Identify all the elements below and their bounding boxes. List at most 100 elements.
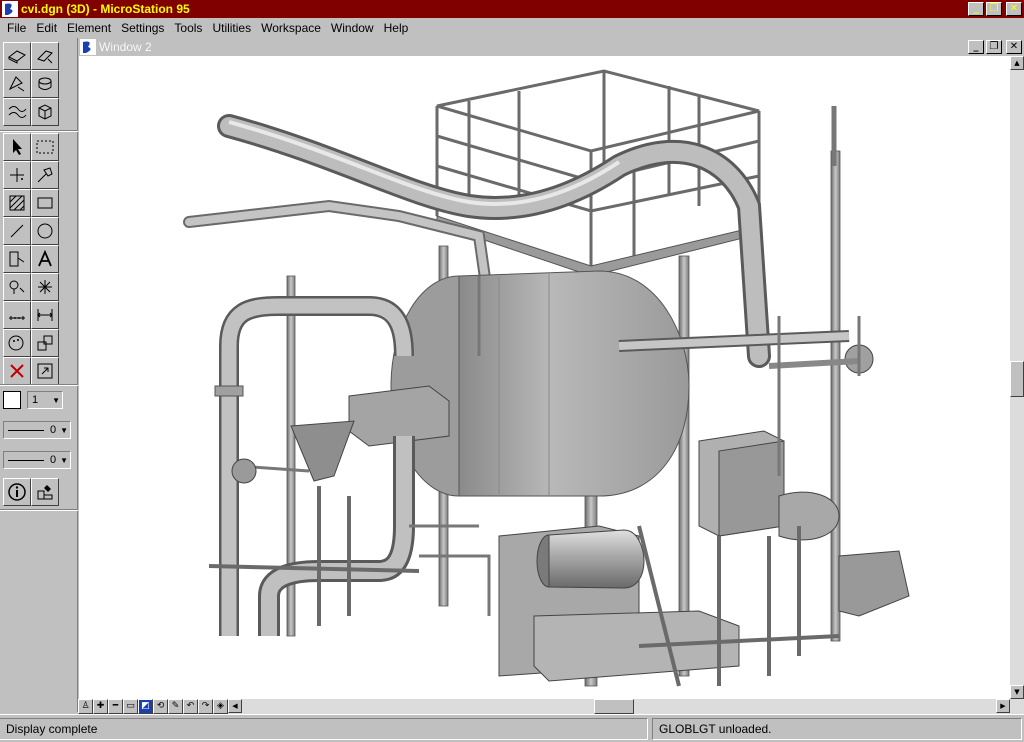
tool-pattern[interactable]	[3, 189, 31, 217]
zoom-out-button[interactable]: ━	[108, 699, 123, 714]
level-select[interactable]: 1 ▼	[27, 391, 63, 409]
line-weight-row: 0 ▼	[3, 451, 71, 469]
line-icon	[10, 224, 24, 238]
menu-settings[interactable]: Settings	[116, 21, 169, 35]
active-color-swatch[interactable]	[3, 391, 21, 409]
control-cabinet-side	[718, 440, 785, 537]
boiler-drum	[458, 270, 690, 497]
revolve-icon	[38, 77, 52, 90]
dropdown-arrow-icon: ▼	[52, 395, 60, 405]
tool-locks[interactable]	[3, 273, 31, 301]
close-button[interactable]: ✕	[1006, 2, 1022, 16]
scroll-right-button[interactable]: ▶	[996, 699, 1010, 713]
tool-view-control[interactable]	[31, 357, 59, 385]
restore-button[interactable]: ❐	[986, 2, 1002, 16]
tool-select[interactable]	[3, 133, 31, 161]
menu-workspace[interactable]: Workspace	[256, 21, 326, 35]
view-minimize-button[interactable]: _	[968, 40, 984, 54]
zoom-in-button[interactable]: ✚	[93, 699, 108, 714]
info-icon	[8, 483, 26, 501]
scroll-down-button[interactable]: ▼	[1010, 685, 1024, 699]
tool-cell[interactable]	[3, 245, 31, 273]
drawing-canvas[interactable]	[79, 56, 1010, 699]
vertical-scroll-thumb[interactable]	[1010, 361, 1024, 397]
pan-view-button[interactable]: ✎	[168, 699, 183, 714]
menu-file[interactable]: File	[2, 21, 31, 35]
tool-circle[interactable]	[31, 217, 59, 245]
line-style-row: 0 ▼	[3, 421, 71, 439]
view-restore-button[interactable]: ❐	[986, 40, 1002, 54]
scroll-up-button[interactable]: ▲	[1010, 56, 1024, 70]
tool-3d-slab[interactable]	[3, 42, 31, 70]
view-control-bar: ♙ ✚ ━ ▭ ◩ ⟲ ✎ ↶ ↷ ◈ ◀ ▶	[78, 699, 1024, 714]
view-control-icon	[37, 363, 53, 379]
menu-window[interactable]: Window	[326, 21, 379, 35]
tool-3d-surface[interactable]	[3, 98, 31, 126]
right-small-pipe	[768, 358, 860, 369]
minimize-button[interactable]: _	[968, 2, 984, 16]
palette-separator	[0, 384, 78, 386]
tool-fence[interactable]	[31, 133, 59, 161]
view-next-button[interactable]: ↷	[198, 699, 213, 714]
right-arrow-icon: ▶	[1000, 701, 1006, 710]
view-close-button[interactable]: ✕	[1006, 40, 1022, 54]
tool-keyin[interactable]	[31, 478, 59, 506]
update-icon: ♙	[81, 701, 90, 711]
tool-manipulate[interactable]	[31, 161, 59, 189]
modify-solid-icon	[37, 50, 53, 64]
rotate-view-button[interactable]: ⟲	[153, 699, 168, 714]
view-window: Window 2 _ ❐ ✕ ▲ ▼ ♙ ✚ ━ ▭ ◩ ⟲ ✎ ↶ ↷ ◈ ◀…	[78, 38, 1024, 714]
copy-icon	[37, 335, 53, 351]
fit-view-button[interactable]: ◩	[138, 699, 153, 714]
window-area-button[interactable]: ▭	[123, 699, 138, 714]
tool-snaps[interactable]	[31, 273, 59, 301]
hatch-icon	[9, 195, 25, 211]
menu-utilities[interactable]: Utilities	[207, 21, 256, 35]
tool-point[interactable]	[3, 161, 31, 189]
tool-3d-extrude[interactable]	[3, 70, 31, 98]
view-title-bar[interactable]: Window 2 _ ❐ ✕	[78, 38, 1024, 56]
scroll-left-button[interactable]: ◀	[228, 699, 242, 713]
fit-view-icon: ◩	[141, 701, 150, 711]
horizontal-scroll-thumb[interactable]	[594, 699, 634, 714]
microstation-app-icon[interactable]	[2, 1, 18, 17]
menu-tools[interactable]: Tools	[169, 21, 207, 35]
menu-edit[interactable]: Edit	[31, 21, 62, 35]
tool-measure[interactable]	[3, 301, 31, 329]
tool-rectangle[interactable]	[31, 189, 59, 217]
tool-text[interactable]	[31, 245, 59, 273]
crosshair-icon	[10, 168, 24, 182]
menu-help[interactable]: Help	[379, 21, 414, 35]
pump-motor	[548, 529, 645, 589]
palette-separator	[0, 509, 78, 511]
cell-icon	[9, 251, 25, 267]
tool-dimension[interactable]	[31, 301, 59, 329]
dropdown-arrow-icon: ▼	[60, 425, 68, 435]
manipulate-icon	[37, 167, 53, 183]
fence-icon	[36, 140, 54, 154]
plant-model-rendering	[183, 69, 910, 687]
tool-copy-move[interactable]	[31, 329, 59, 357]
menu-element[interactable]: Element	[62, 21, 116, 35]
horizontal-scrollbar[interactable]: ◀ ▶	[228, 699, 1024, 714]
render-button[interactable]: ◈	[213, 699, 228, 714]
view-window-icon[interactable]	[80, 39, 96, 55]
tool-element-info[interactable]	[3, 478, 31, 506]
tool-3d-modify[interactable]	[31, 42, 59, 70]
tool-change-attributes[interactable]	[3, 329, 31, 357]
down-arrow-icon: ▼	[1014, 687, 1020, 696]
tool-3d-revolve[interactable]	[31, 70, 59, 98]
view-previous-button[interactable]: ↶	[183, 699, 198, 714]
tool-line[interactable]	[3, 217, 31, 245]
line-weight-select[interactable]: 0 ▼	[3, 451, 71, 469]
vertical-scrollbar[interactable]: ▲ ▼	[1010, 56, 1024, 699]
3d-tools-group	[3, 42, 59, 126]
up-arrow-icon: ▲	[1014, 58, 1020, 67]
left-arrow-icon: ◀	[232, 701, 238, 710]
tool-3d-box[interactable]	[31, 98, 59, 126]
update-view-button[interactable]: ♙	[78, 699, 93, 714]
tool-delete[interactable]	[3, 357, 31, 385]
dropdown-arrow-icon: ▼	[60, 455, 68, 465]
rectangle-icon	[37, 197, 53, 209]
line-style-select[interactable]: 0 ▼	[3, 421, 71, 439]
